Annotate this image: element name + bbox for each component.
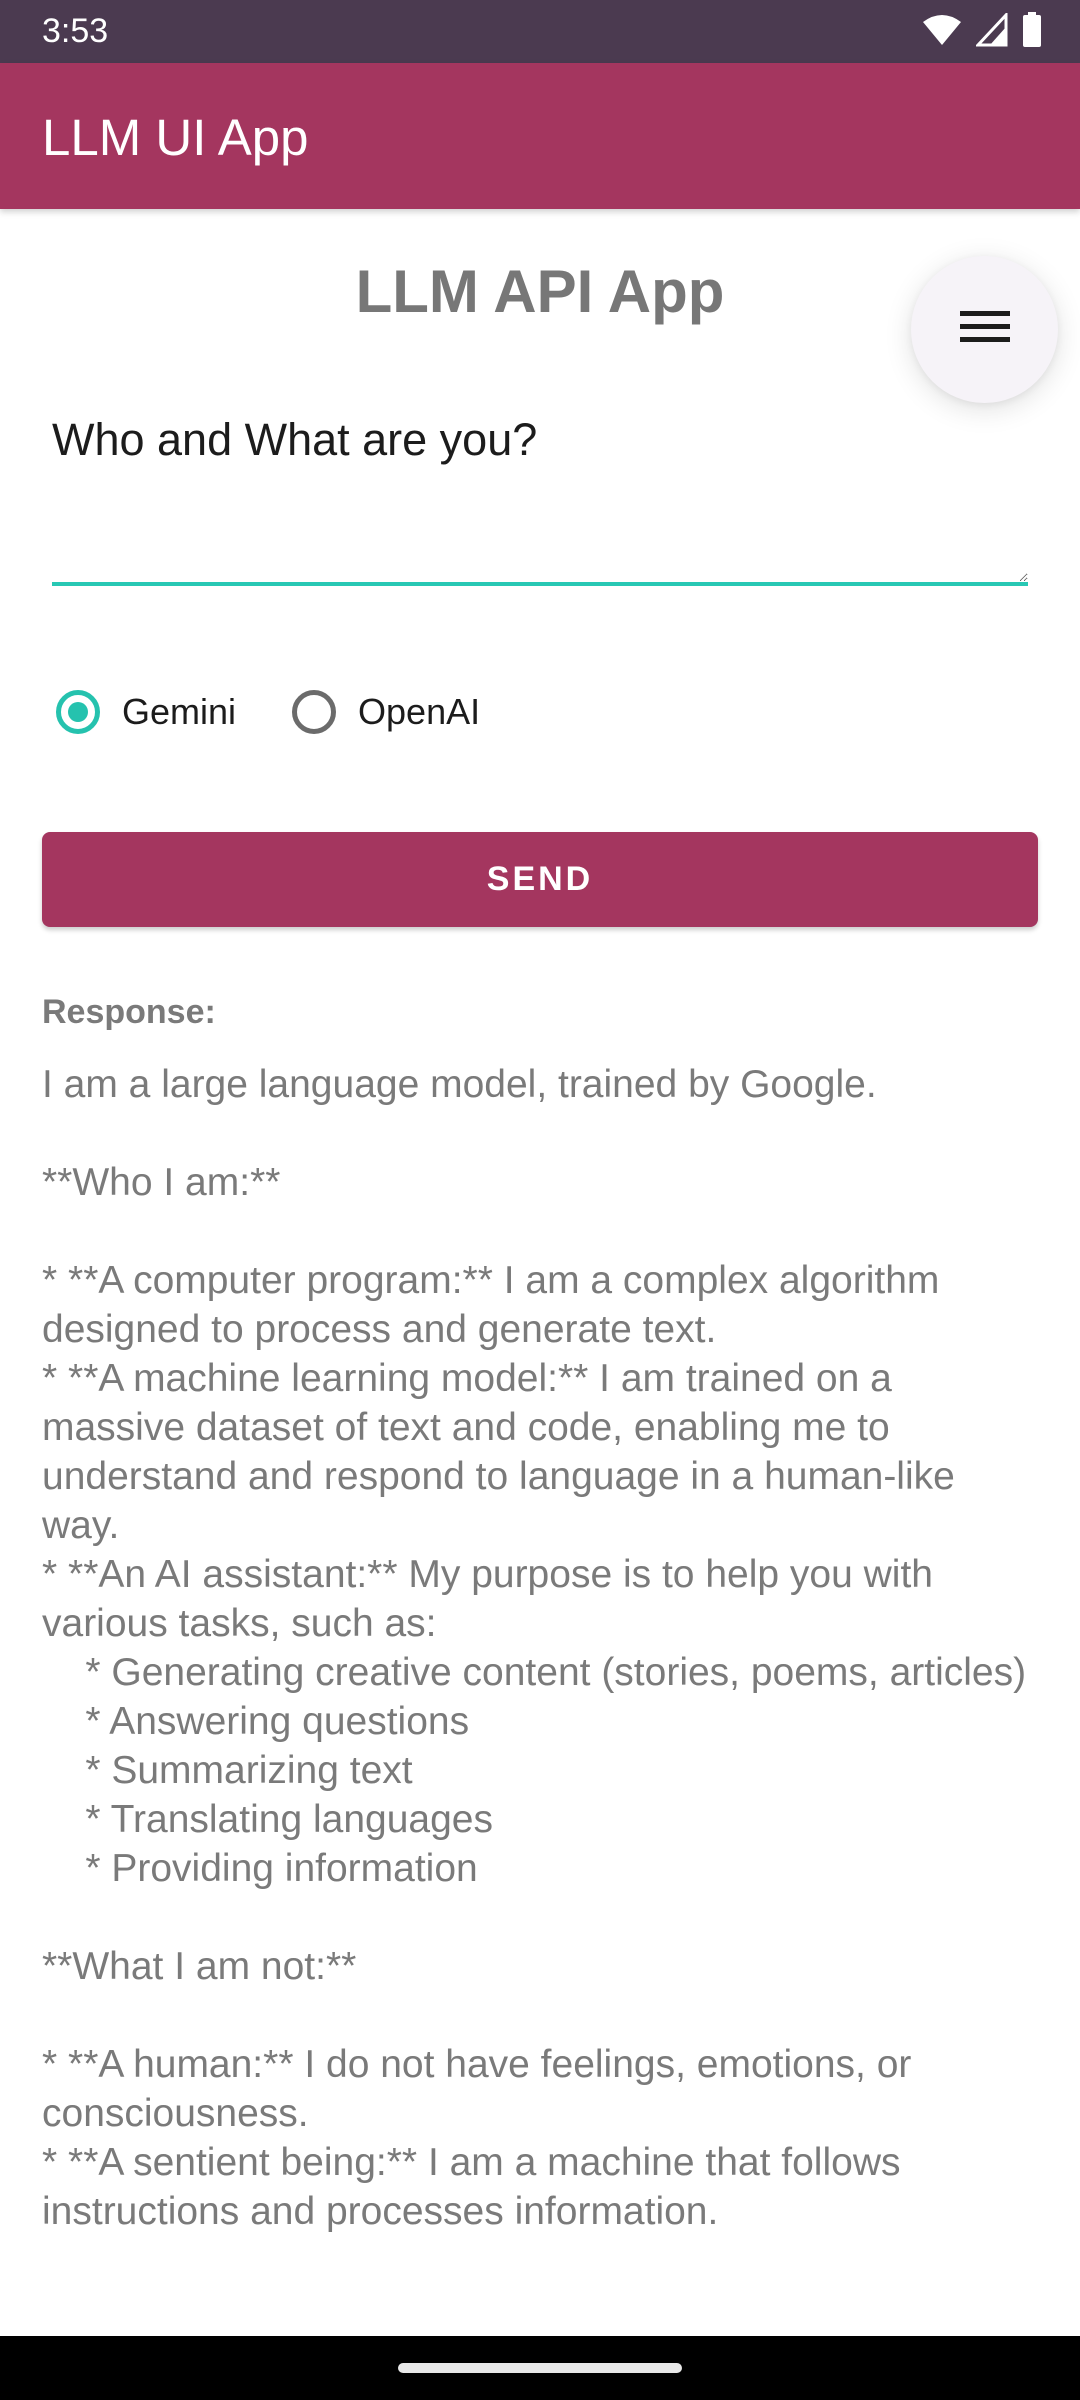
radio-button-gemini[interactable] xyxy=(56,690,100,734)
menu-fab-button[interactable] xyxy=(911,256,1058,403)
radio-label-gemini: Gemini xyxy=(122,691,237,732)
menu-icon xyxy=(959,309,1010,350)
wifi-icon xyxy=(922,13,962,52)
status-time: 3:53 xyxy=(42,12,109,50)
send-button[interactable]: SEND xyxy=(42,832,1038,927)
battery-icon xyxy=(1022,11,1042,53)
app-screen: 3:53 LLM UI App LLM API App Who and What… xyxy=(0,0,1080,2400)
app-bar: LLM UI App xyxy=(0,63,1080,209)
home-gesture-handle[interactable] xyxy=(398,2363,682,2373)
status-bar: 3:53 xyxy=(0,0,1080,63)
response-text: I am a large language model, trained by … xyxy=(42,1063,1027,2233)
model-radio-group: Gemini OpenAI xyxy=(56,684,536,740)
response-label: Response: xyxy=(42,993,216,1031)
app-bar-title: LLM UI App xyxy=(42,109,309,166)
radio-button-openai[interactable] xyxy=(292,690,337,734)
radio-option-openai[interactable]: OpenAI xyxy=(292,690,480,734)
navigation-bar xyxy=(0,2336,1080,2400)
status-icons xyxy=(922,10,1042,53)
prompt-input[interactable]: Who and What are you? xyxy=(52,398,1028,586)
cellular-signal-icon xyxy=(974,10,1008,52)
radio-option-gemini[interactable]: Gemini xyxy=(56,690,236,734)
radio-label-openai: OpenAI xyxy=(358,691,481,732)
